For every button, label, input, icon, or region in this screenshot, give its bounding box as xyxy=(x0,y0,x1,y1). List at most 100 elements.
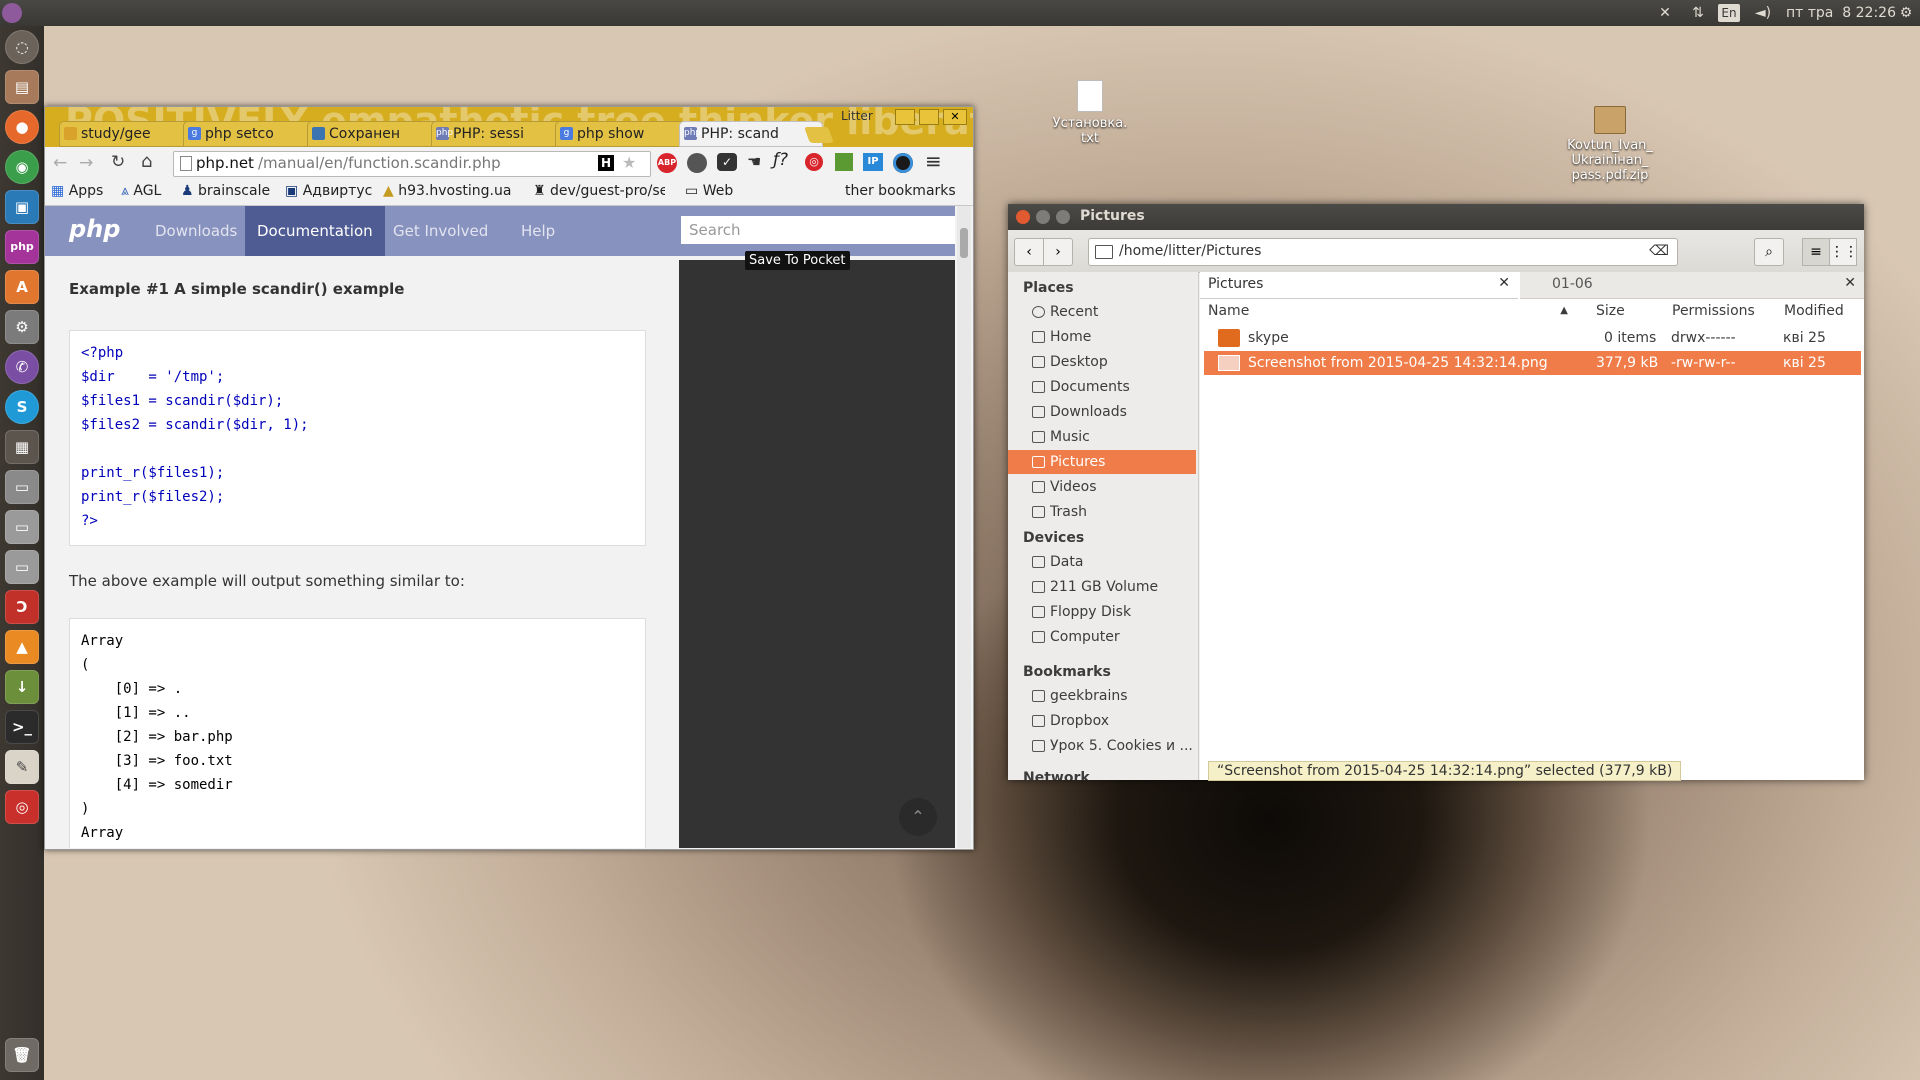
sidebar-item-dropbox[interactable]: Dropbox xyxy=(1008,709,1196,733)
menu-icon[interactable]: ≡ xyxy=(925,149,942,173)
volume-icon[interactable]: ◄) xyxy=(1752,4,1774,22)
ip-extension-icon[interactable]: IP xyxy=(863,153,883,171)
gear-icon[interactable]: ⚙ xyxy=(1896,4,1916,22)
column-header-modified[interactable]: Modified xyxy=(1784,300,1844,322)
skype-icon[interactable]: S xyxy=(5,390,39,424)
chrome-icon[interactable]: ◉ xyxy=(5,150,39,184)
bookmark-other[interactable]: ther bookmarks xyxy=(845,183,956,199)
close-button[interactable]: ✕ xyxy=(943,109,967,125)
sidebar-item-geekbrains[interactable]: geekbrains xyxy=(1008,684,1196,708)
bookmark-dev-guest-pro[interactable]: ♜ dev/guest-pro/se xyxy=(533,183,665,199)
clear-path-icon[interactable]: ⌫ xyxy=(1649,243,1669,259)
forward-icon[interactable]: → xyxy=(79,153,93,173)
back-button[interactable]: ‹ xyxy=(1014,238,1044,266)
ubuntu-logo-icon[interactable] xyxy=(2,3,22,23)
stop-extension-icon[interactable]: ◎ xyxy=(805,153,823,171)
desktop-icon-kovtun-zip[interactable]: Kovtun_Ivan_ Ukrainiнan_ pass.pdf.zip xyxy=(1560,106,1660,183)
sidebar-item-desktop[interactable]: Desktop xyxy=(1008,350,1196,374)
sidebar-item-urok5[interactable]: Урок 5. Cookies и ... xyxy=(1008,734,1196,758)
sidebar-item-videos[interactable]: Videos xyxy=(1008,475,1196,499)
location-bar[interactable]: /home/litter/Pictures ⌫ xyxy=(1088,238,1678,266)
bookmark-advirtus[interactable]: ▣ Адвиртус xyxy=(285,183,372,199)
bookmark-web[interactable]: ▭ Web xyxy=(685,183,733,199)
clock[interactable]: пт тра 8 22:26 xyxy=(1786,4,1896,22)
drive-icon-2[interactable]: ▭ xyxy=(5,510,39,544)
extension-icon-circle[interactable] xyxy=(893,153,913,173)
network-icon[interactable]: ⇅ xyxy=(1688,4,1708,22)
file-row[interactable]: skype 0 items drwx------ кві 25 xyxy=(1204,326,1861,350)
tab-saved[interactable]: Сохранен× xyxy=(307,121,451,147)
dropbox-icon[interactable]: ✕ xyxy=(1655,4,1675,22)
sidebar-item-recent[interactable]: Recent xyxy=(1008,300,1196,324)
sidebar-item-music[interactable]: Music xyxy=(1008,425,1196,449)
list-view-button[interactable]: ≡ xyxy=(1802,238,1830,266)
home-icon[interactable]: ⌂ xyxy=(141,151,152,172)
screenshot-app-icon[interactable]: ◎ xyxy=(5,790,39,824)
column-header-size[interactable]: Size xyxy=(1596,300,1625,322)
workspace-switcher-icon[interactable]: ▦ xyxy=(5,430,39,464)
close-tab-icon[interactable]: ✕ xyxy=(1498,275,1510,291)
nav-documentation[interactable]: Documentation xyxy=(245,206,385,256)
bookmark-agl[interactable]: ⩓ AGL xyxy=(121,183,161,199)
maximize-button[interactable] xyxy=(919,109,939,125)
tab-php-sessions[interactable]: phpPHP: sessi× xyxy=(431,121,575,147)
close-button[interactable] xyxy=(1016,210,1030,224)
column-header-name[interactable]: Name ▲ xyxy=(1208,300,1568,322)
downloads-icon[interactable]: ↓ xyxy=(5,670,39,704)
dash-icon[interactable]: ◌ xyxy=(5,30,39,64)
virtualbox-icon[interactable]: ▣ xyxy=(5,190,39,224)
bookmark-h93[interactable]: ▲ h93.hvosting.ua xyxy=(383,183,511,199)
trash-icon[interactable]: 🗑 xyxy=(5,1038,39,1072)
viber-icon[interactable]: ✆ xyxy=(5,350,39,384)
drive-icon-3[interactable]: ▭ xyxy=(5,550,39,584)
scroll-to-top-button[interactable]: ⌃ xyxy=(899,798,937,836)
text-editor-icon[interactable]: ✎ xyxy=(5,750,39,784)
system-settings-icon[interactable]: ⚙ xyxy=(5,310,39,344)
pocket-icon[interactable]: ✓ xyxy=(717,153,737,171)
nav-downloads[interactable]: Downloads xyxy=(143,206,249,256)
php-search-input[interactable]: Search xyxy=(681,216,955,244)
nav-help[interactable]: Help xyxy=(509,206,567,256)
nav-get-involved[interactable]: Get Involved xyxy=(381,206,500,256)
drive-icon-1[interactable]: ▭ xyxy=(5,470,39,504)
grid-view-button[interactable]: ⋮⋮ xyxy=(1829,238,1858,266)
filezilla-icon[interactable]: Ↄ xyxy=(5,590,39,624)
desktop-icon-ustanovka[interactable]: Установка. txt xyxy=(1050,80,1130,146)
minimize-button[interactable] xyxy=(1036,210,1050,224)
vlc-icon[interactable]: ▲ xyxy=(5,630,39,664)
address-bar[interactable]: php.net /manual/en/function.scandir.php … xyxy=(173,151,651,177)
sidebar-item-home[interactable]: Home xyxy=(1008,325,1196,349)
sidebar-item-computer[interactable]: Computer xyxy=(1008,625,1196,649)
terminal-icon[interactable]: >_ xyxy=(5,710,39,744)
formula-extension-icon[interactable]: ƒ? xyxy=(773,150,788,170)
page-scrollbar[interactable] xyxy=(957,206,971,848)
close-tab-icon[interactable]: ✕ xyxy=(1844,275,1856,291)
sidebar-item-data[interactable]: Data xyxy=(1008,550,1196,574)
tab-pictures[interactable]: Pictures ✕ xyxy=(1200,272,1518,299)
sidebar-item-documents[interactable]: Documents xyxy=(1008,375,1196,399)
reload-icon[interactable]: ↻ xyxy=(111,152,125,172)
maximize-button[interactable] xyxy=(1056,210,1070,224)
sidebar-item-pictures[interactable]: Pictures xyxy=(1008,450,1196,474)
tab-01-06[interactable]: 01-06 ✕ xyxy=(1520,272,1864,299)
bookmark-apps[interactable]: ▦ Apps xyxy=(51,183,103,199)
back-icon[interactable]: ← xyxy=(53,153,67,173)
sidebar-item-trash[interactable]: Trash xyxy=(1008,500,1196,524)
forward-button[interactable]: › xyxy=(1043,238,1073,266)
adblock-icon[interactable]: ABP xyxy=(657,153,677,173)
extension-icon-hand[interactable]: ☚ xyxy=(747,152,761,171)
tab-php-show[interactable]: gphp show× xyxy=(555,121,699,147)
phpstorm-icon[interactable]: php xyxy=(5,230,39,264)
file-row[interactable]: Screenshot from 2015-04-25 14:32:14.png … xyxy=(1204,351,1861,375)
php-logo[interactable]: php xyxy=(69,215,120,243)
firefox-icon[interactable]: ● xyxy=(5,110,39,144)
minimize-button[interactable] xyxy=(895,109,915,125)
sidebar-item-downloads[interactable]: Downloads xyxy=(1008,400,1196,424)
bookmark-star-icon[interactable]: ★ xyxy=(622,153,636,172)
sidebar-item-floppy[interactable]: Floppy Disk xyxy=(1008,600,1196,624)
search-button[interactable]: ⌕ xyxy=(1754,238,1784,266)
keyboard-layout-indicator[interactable]: En xyxy=(1718,4,1740,22)
scrollbar-thumb[interactable] xyxy=(960,228,968,258)
tab-study[interactable]: study/gee× xyxy=(59,121,203,147)
software-center-icon[interactable]: A xyxy=(5,270,39,304)
